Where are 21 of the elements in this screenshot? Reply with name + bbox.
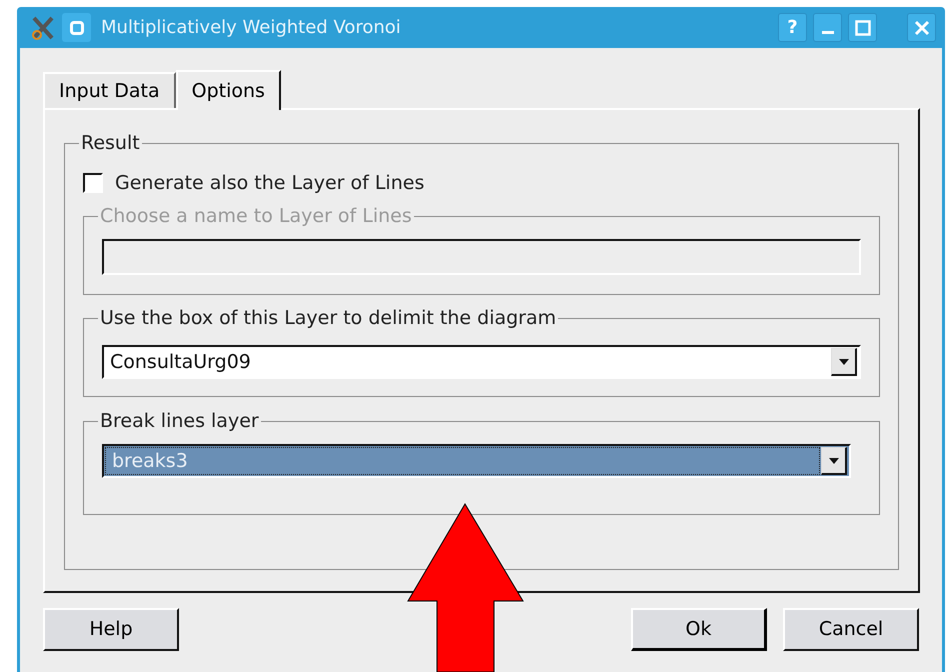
window-title: Multiplicatively Weighted Voronoi: [101, 16, 402, 40]
minimize-button[interactable]: [813, 13, 842, 42]
dropdown-value: breaks3: [105, 447, 820, 475]
tools-icon: [30, 14, 56, 40]
layer-dropdown[interactable]: ConsultaUrg09: [102, 345, 861, 379]
close-icon: [914, 20, 930, 36]
dropdown-value: ConsultaUrg09: [109, 350, 252, 375]
dialog-button[interactable]: Cancel: [783, 608, 919, 651]
dialog-button[interactable]: Help: [43, 608, 179, 651]
dialog-button[interactable]: Ok: [631, 608, 767, 651]
tab[interactable]: Options: [176, 70, 281, 110]
maximize-icon: [854, 20, 870, 36]
app-icon: [62, 13, 91, 42]
close-button[interactable]: [907, 13, 936, 42]
dropdown-caret-icon[interactable]: [821, 447, 847, 475]
checkbox-label: Generate also the Layer of Lines: [115, 170, 424, 196]
dropdown-caret-icon[interactable]: [831, 348, 857, 376]
tab[interactable]: Input Data: [43, 72, 176, 108]
checkbox[interactable]: [83, 173, 103, 193]
minimize-icon: [822, 31, 834, 34]
maximize-button[interactable]: [848, 13, 877, 42]
